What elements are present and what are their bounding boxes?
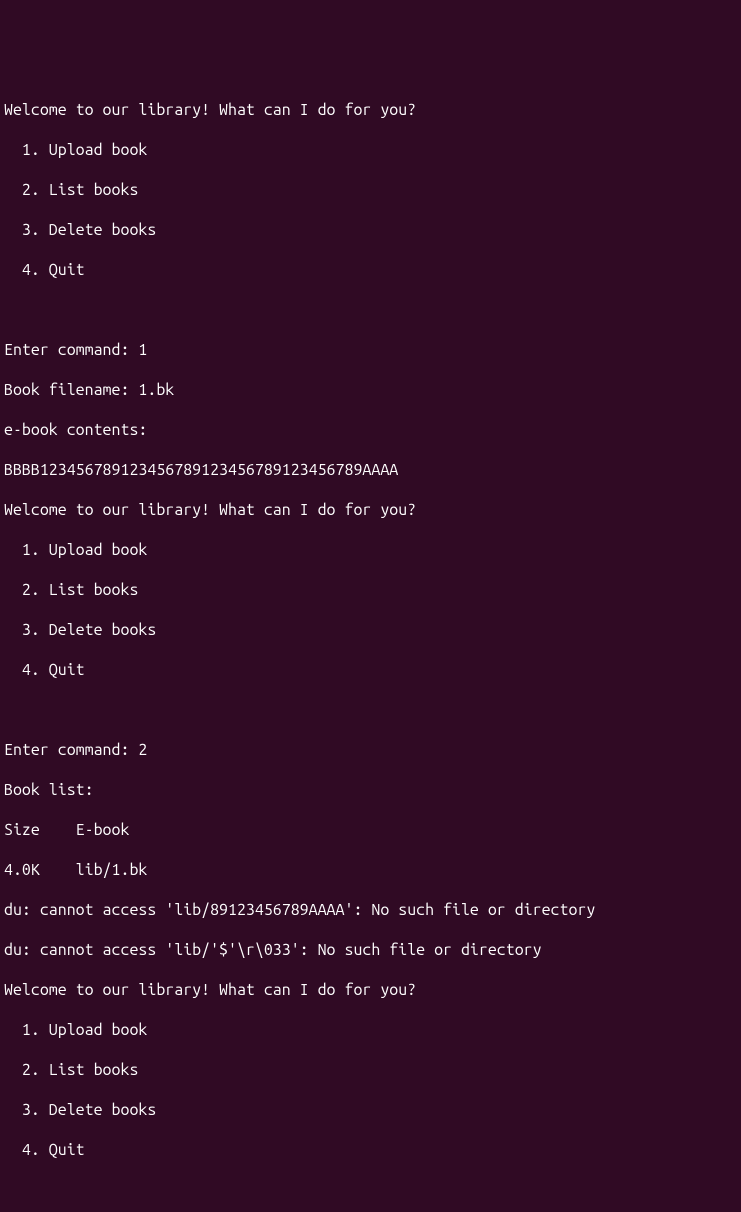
- menu-option-list: 2. List books: [4, 180, 737, 200]
- user-input-command: 1: [138, 341, 147, 359]
- menu-option-list: 2. List books: [4, 1060, 737, 1080]
- menu-option-quit: 4. Quit: [4, 260, 737, 280]
- prompt-label: Enter command:: [4, 741, 138, 759]
- menu-option-delete: 3. Delete books: [4, 220, 737, 240]
- user-input-command: 2: [138, 741, 147, 759]
- menu-welcome: Welcome to our library! What can I do fo…: [4, 980, 737, 1000]
- prompt-label: Enter command:: [4, 341, 138, 359]
- menu-option-list: 2. List books: [4, 580, 737, 600]
- blank-line: [4, 300, 737, 320]
- user-input-filename: 1.bk: [138, 381, 174, 399]
- terminal-output[interactable]: Welcome to our library! What can I do fo…: [0, 80, 741, 1212]
- prompt-filename: Book filename: 1.bk: [4, 380, 737, 400]
- book-list-label: Book list:: [4, 780, 737, 800]
- prompt-command-2: Enter command: 2: [4, 740, 737, 760]
- menu-option-quit: 4. Quit: [4, 660, 737, 680]
- menu-option-delete: 3. Delete books: [4, 620, 737, 640]
- prompt-command-1: Enter command: 1: [4, 340, 737, 360]
- book-list-row: 4.0K lib/1.bk: [4, 860, 737, 880]
- blank-line: [4, 700, 737, 720]
- menu-welcome: Welcome to our library! What can I do fo…: [4, 500, 737, 520]
- menu-option-upload: 1. Upload book: [4, 540, 737, 560]
- menu-welcome: Welcome to our library! What can I do fo…: [4, 100, 737, 120]
- menu-option-upload: 1. Upload book: [4, 140, 737, 160]
- error-line: du: cannot access 'lib/'$'\r\033': No su…: [4, 940, 737, 960]
- ebook-contents-label: e-book contents:: [4, 420, 737, 440]
- blank-line: [4, 1180, 737, 1200]
- menu-option-delete: 3. Delete books: [4, 1100, 737, 1120]
- book-list-header: Size E-book: [4, 820, 737, 840]
- ebook-contents-value: BBBB123456789123456789123456789123456789…: [4, 460, 737, 480]
- prompt-label: Book filename:: [4, 381, 138, 399]
- menu-option-upload: 1. Upload book: [4, 1020, 737, 1040]
- menu-option-quit: 4. Quit: [4, 1140, 737, 1160]
- error-line: du: cannot access 'lib/89123456789AAAA':…: [4, 900, 737, 920]
